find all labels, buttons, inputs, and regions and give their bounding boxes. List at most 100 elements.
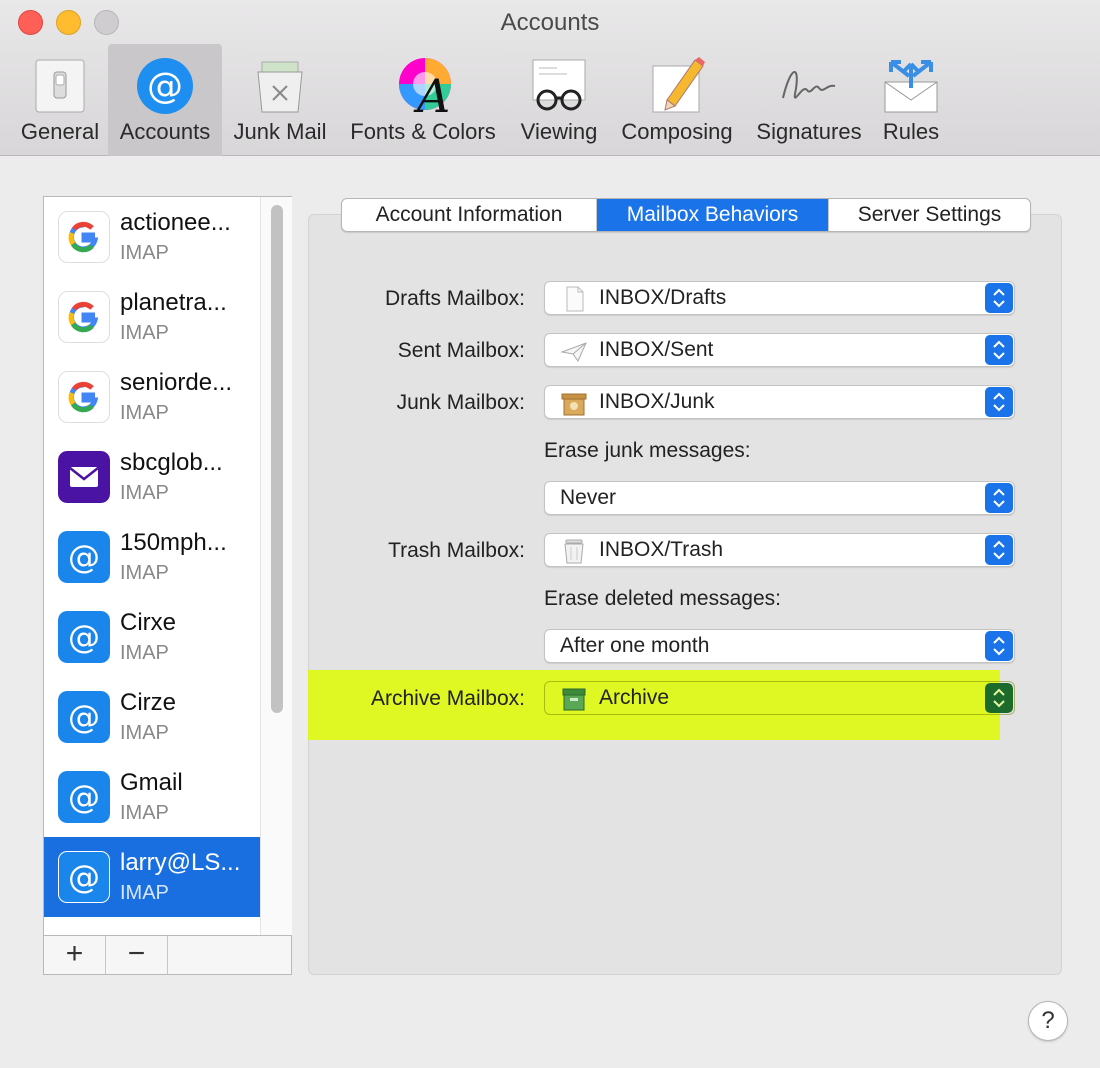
account-row-gmail[interactable]: @ Gmail IMAP — [44, 757, 260, 837]
help-button[interactable]: ? — [1028, 1001, 1068, 1041]
junk-mailbox-label: Junk Mailbox: — [396, 391, 525, 414]
drafts-mailbox-label: Drafts Mailbox: — [384, 287, 525, 310]
svg-text:@: @ — [68, 858, 100, 896]
svg-text:A: A — [413, 69, 450, 118]
svg-text:@: @ — [68, 778, 100, 816]
chevron-updown-icon — [985, 683, 1013, 713]
archive-mailbox-label: Archive Mailbox: — [370, 687, 525, 710]
google-icon — [58, 291, 110, 343]
rules-envelope-icon — [884, 60, 938, 113]
paper-plane-icon — [560, 342, 587, 363]
trash-mailbox-label: Trash Mailbox: — [388, 539, 525, 562]
accounts-footer: + − — [44, 935, 291, 974]
window-toolbar: Accounts General @ Accounts Junk Mail A … — [0, 0, 1100, 156]
google-icon — [58, 211, 110, 263]
toolbar-junk-mail-label: Junk Mail — [233, 119, 327, 144]
account-name: planetra... — [120, 289, 227, 316]
archive-mailbox-popup[interactable]: Archive — [544, 681, 1015, 715]
toolbar-rules-label: Rules — [882, 119, 940, 144]
toolbar-viewing[interactable]: Viewing — [512, 44, 606, 156]
erase-junk-popup[interactable]: Never — [544, 481, 1015, 515]
svg-text:@: @ — [68, 538, 100, 576]
settings-tabs: Account Information Mailbox Behaviors Se… — [341, 198, 1031, 232]
toolbar-general[interactable]: General — [14, 44, 106, 156]
accounts-scrollbar-thumb[interactable] — [271, 205, 283, 713]
account-name: larry@LS... — [120, 849, 241, 876]
account-type: IMAP — [120, 402, 169, 424]
trash-mailbox-popup[interactable]: INBOX/Trash — [544, 533, 1015, 567]
tab-mailbox-behaviors[interactable]: Mailbox Behaviors — [597, 199, 829, 231]
drafts-mailbox-popup[interactable]: INBOX/Drafts — [544, 281, 1015, 315]
svg-text:@: @ — [68, 618, 100, 656]
toolbar-composing[interactable]: Composing — [612, 44, 742, 156]
account-row-seniorde[interactable]: seniorde... IMAP — [44, 357, 260, 437]
trash-mailbox-value: INBOX/Trash — [599, 538, 724, 561]
pencil-paper-icon — [652, 57, 705, 113]
account-name: Cirxe — [120, 609, 177, 636]
toolbar-composing-label: Composing — [621, 119, 733, 144]
toolbar-junk-mail[interactable]: Junk Mail — [224, 44, 336, 156]
remove-account-button[interactable]: − — [106, 936, 168, 974]
account-type: IMAP — [120, 802, 169, 824]
erase-deleted-label: Erase deleted messages: — [544, 587, 781, 610]
account-row-planetra[interactable]: planetra... IMAP — [44, 277, 260, 357]
junk-box-icon — [561, 393, 587, 416]
account-row-150mph[interactable]: @ 150mph... IMAP — [44, 517, 260, 597]
account-row-actionee[interactable]: actionee... IMAP — [44, 197, 260, 277]
account-type: IMAP — [120, 562, 169, 584]
glasses-icon — [532, 59, 586, 111]
toolbar-accounts[interactable]: @ Accounts — [108, 44, 222, 156]
account-type: IMAP — [120, 642, 169, 664]
trash-can-icon — [564, 539, 584, 564]
drafts-document-icon — [566, 286, 584, 312]
junk-trash-icon — [257, 61, 303, 113]
toolbar-rules[interactable]: Rules — [876, 44, 946, 156]
chevron-updown-icon — [985, 483, 1013, 513]
chevron-updown-icon — [985, 387, 1013, 417]
toolbar-viewing-label: Viewing — [520, 119, 598, 144]
account-type: IMAP — [120, 242, 169, 264]
svg-text:@: @ — [147, 66, 183, 107]
account-row-cirxe[interactable]: @ Cirxe IMAP — [44, 597, 260, 677]
erase-deleted-value: After one month — [560, 634, 710, 657]
signature-icon — [782, 71, 836, 99]
archive-mailbox-value: Archive — [599, 686, 670, 709]
chevron-updown-icon — [985, 535, 1013, 565]
toolbar-signatures[interactable]: Signatures — [748, 44, 870, 156]
account-name: actionee... — [120, 209, 231, 236]
sent-mailbox-popup[interactable]: INBOX/Sent — [544, 333, 1015, 367]
account-row-cirze[interactable]: @ Cirze IMAP — [44, 677, 260, 757]
erase-junk-value: Never — [560, 486, 617, 509]
account-name: Gmail — [120, 769, 183, 796]
toolbar-fonts-colors[interactable]: A Fonts & Colors — [340, 44, 506, 156]
junk-mailbox-popup[interactable]: INBOX/Junk — [544, 385, 1015, 419]
junk-mailbox-value: INBOX/Junk — [599, 390, 715, 413]
account-type: IMAP — [120, 882, 169, 904]
svg-text:@: @ — [68, 698, 100, 736]
sent-mailbox-value: INBOX/Sent — [599, 338, 714, 361]
window-title: Accounts — [500, 9, 600, 36]
add-account-button[interactable]: + — [44, 936, 106, 974]
account-name: sbcglob... — [120, 449, 223, 476]
account-row-sbcglob[interactable]: sbcglob... IMAP — [44, 437, 260, 517]
toolbar-signatures-label: Signatures — [756, 119, 862, 144]
at-sign-icon: @ — [58, 531, 110, 583]
account-name: seniorde... — [120, 369, 233, 396]
chevron-updown-icon — [985, 335, 1013, 365]
chevron-updown-icon — [985, 631, 1013, 661]
at-sign-icon: @ — [137, 58, 193, 114]
account-row-larry[interactable]: @ larry@LS... IMAP — [44, 837, 260, 917]
accounts-list[interactable]: actionee... IMAP planetra... IMAP senior… — [44, 197, 260, 935]
toolbar-accounts-label: Accounts — [119, 119, 211, 144]
accounts-scrollbar[interactable] — [260, 197, 292, 935]
google-icon — [58, 371, 110, 423]
tab-server-settings[interactable]: Server Settings — [829, 199, 1030, 231]
chevron-updown-icon — [985, 283, 1013, 313]
erase-deleted-popup[interactable]: After one month — [544, 629, 1015, 663]
toolbar-general-label: General — [20, 119, 100, 144]
tab-account-information[interactable]: Account Information — [342, 199, 597, 231]
fonts-colors-icon: A — [399, 58, 451, 118]
account-type: IMAP — [120, 322, 169, 344]
at-sign-icon: @ — [58, 771, 110, 823]
sent-mailbox-label: Sent Mailbox: — [397, 339, 525, 362]
